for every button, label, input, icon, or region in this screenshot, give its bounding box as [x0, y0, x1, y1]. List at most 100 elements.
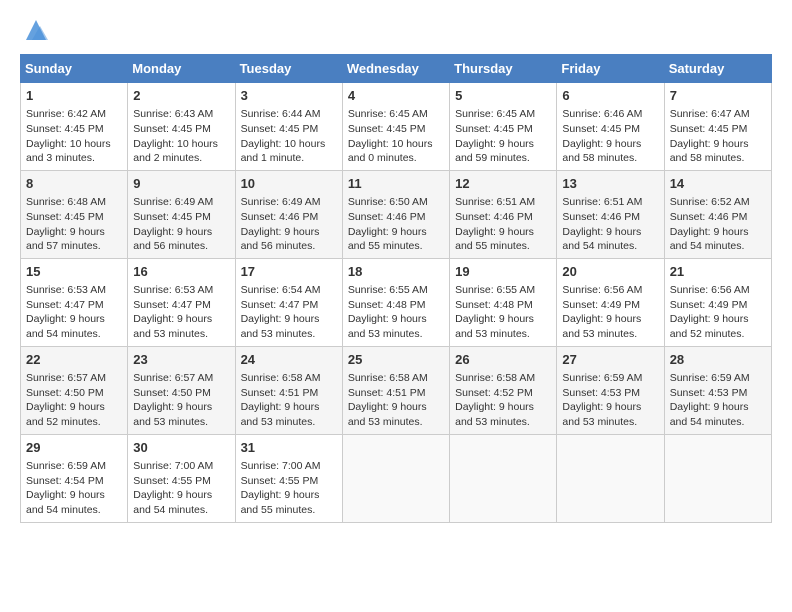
day-info-line: Daylight: 9 hours: [455, 137, 551, 152]
calendar-week-5: 29Sunrise: 6:59 AMSunset: 4:54 PMDayligh…: [21, 434, 772, 522]
calendar-cell: 18Sunrise: 6:55 AMSunset: 4:48 PMDayligh…: [342, 258, 449, 346]
weekday-header-saturday: Saturday: [664, 55, 771, 83]
day-number: 25: [348, 351, 444, 369]
day-info-line: and 54 minutes.: [670, 415, 766, 430]
day-info-line: Sunset: 4:46 PM: [241, 210, 337, 225]
day-info-line: Daylight: 9 hours: [241, 400, 337, 415]
day-number: 21: [670, 263, 766, 281]
day-info-line: and 56 minutes.: [133, 239, 229, 254]
day-info-line: and 55 minutes.: [455, 239, 551, 254]
calendar-cell: 17Sunrise: 6:54 AMSunset: 4:47 PMDayligh…: [235, 258, 342, 346]
day-info-line: Sunrise: 6:47 AM: [670, 107, 766, 122]
calendar-cell: 12Sunrise: 6:51 AMSunset: 4:46 PMDayligh…: [450, 170, 557, 258]
day-info-line: Daylight: 9 hours: [26, 488, 122, 503]
day-info-line: Daylight: 9 hours: [26, 312, 122, 327]
logo-icon: [22, 16, 50, 44]
calendar-cell: 25Sunrise: 6:58 AMSunset: 4:51 PMDayligh…: [342, 346, 449, 434]
day-info-line: and 3 minutes.: [26, 151, 122, 166]
day-info-line: and 55 minutes.: [348, 239, 444, 254]
day-info-line: Sunrise: 6:48 AM: [26, 195, 122, 210]
day-info-line: Daylight: 9 hours: [26, 225, 122, 240]
weekday-header-tuesday: Tuesday: [235, 55, 342, 83]
calendar-cell: 6Sunrise: 6:46 AMSunset: 4:45 PMDaylight…: [557, 83, 664, 171]
day-info-line: and 58 minutes.: [670, 151, 766, 166]
day-info-line: Sunrise: 6:46 AM: [562, 107, 658, 122]
calendar-cell: 22Sunrise: 6:57 AMSunset: 4:50 PMDayligh…: [21, 346, 128, 434]
day-number: 9: [133, 175, 229, 193]
day-number: 19: [455, 263, 551, 281]
day-info-line: Sunrise: 6:55 AM: [455, 283, 551, 298]
day-info-line: and 52 minutes.: [670, 327, 766, 342]
day-info-line: Sunset: 4:49 PM: [670, 298, 766, 313]
day-info-line: and 2 minutes.: [133, 151, 229, 166]
day-number: 24: [241, 351, 337, 369]
page: SundayMondayTuesdayWednesdayThursdayFrid…: [0, 0, 792, 543]
calendar-cell: 8 Sunrise: 6:48 AMSunset: 4:45 PMDaylight…: [21, 170, 128, 258]
day-info-line: Sunrise: 6:49 AM: [241, 195, 337, 210]
day-info-line: Sunset: 4:46 PM: [455, 210, 551, 225]
calendar-cell: 2Sunrise: 6:43 AMSunset: 4:45 PMDaylight…: [128, 83, 235, 171]
day-info-line: Sunrise: 6:53 AM: [133, 283, 229, 298]
day-number: 6: [562, 87, 658, 105]
day-info-line: and 1 minute.: [241, 151, 337, 166]
day-info-line: Sunset: 4:46 PM: [348, 210, 444, 225]
day-info-line: Sunrise: 6:57 AM: [26, 371, 122, 386]
day-info-line: Sunrise: 7:00 AM: [133, 459, 229, 474]
day-number: 29: [26, 439, 122, 457]
day-number: 8: [26, 175, 122, 193]
day-info-line: Sunset: 4:45 PM: [455, 122, 551, 137]
day-number: 26: [455, 351, 551, 369]
day-info-line: and 56 minutes.: [241, 239, 337, 254]
day-info-line: and 54 minutes.: [26, 327, 122, 342]
calendar-cell: 31Sunrise: 7:00 AMSunset: 4:55 PMDayligh…: [235, 434, 342, 522]
day-info-line: and 53 minutes.: [455, 327, 551, 342]
day-number: 15: [26, 263, 122, 281]
day-info-line: and 58 minutes.: [562, 151, 658, 166]
day-info-line: and 54 minutes.: [26, 503, 122, 518]
day-number: 22: [26, 351, 122, 369]
day-info-line: Sunset: 4:51 PM: [348, 386, 444, 401]
day-number: 18: [348, 263, 444, 281]
day-info-line: Sunrise: 6:50 AM: [348, 195, 444, 210]
day-info-line: Sunset: 4:50 PM: [133, 386, 229, 401]
day-info-line: and 54 minutes.: [562, 239, 658, 254]
calendar-cell: 30Sunrise: 7:00 AMSunset: 4:55 PMDayligh…: [128, 434, 235, 522]
day-info-line: Daylight: 9 hours: [562, 400, 658, 415]
day-info-line: Sunrise: 6:51 AM: [455, 195, 551, 210]
calendar-cell: 11Sunrise: 6:50 AMSunset: 4:46 PMDayligh…: [342, 170, 449, 258]
logo: [20, 16, 50, 44]
day-info-line: and 53 minutes.: [241, 415, 337, 430]
day-info-line: Sunrise: 6:55 AM: [348, 283, 444, 298]
day-info-line: Sunset: 4:45 PM: [26, 122, 122, 137]
calendar-table: SundayMondayTuesdayWednesdayThursdayFrid…: [20, 54, 772, 523]
day-info-line: Daylight: 9 hours: [670, 400, 766, 415]
day-info-line: Daylight: 10 hours: [26, 137, 122, 152]
day-info-line: Sunset: 4:45 PM: [26, 210, 122, 225]
calendar-cell: 3Sunrise: 6:44 AMSunset: 4:45 PMDaylight…: [235, 83, 342, 171]
day-info-line: and 54 minutes.: [133, 503, 229, 518]
weekday-header-friday: Friday: [557, 55, 664, 83]
calendar-week-4: 22 Sunrise: 6:57 AM Sunset: 4:50 PM Dayligh…: [21, 346, 772, 434]
day-info-line: Daylight: 9 hours: [26, 400, 122, 415]
calendar-cell: 13Sunrise: 6:51 AMSunset: 4:46 PMDayligh…: [557, 170, 664, 258]
day-info-line: and 54 minutes.: [670, 239, 766, 254]
calendar-cell: 4Sunrise: 6:45 AMSunset: 4:45 PMDaylight…: [342, 83, 449, 171]
day-info-line: Sunset: 4:52 PM: [455, 386, 551, 401]
day-number: 13: [562, 175, 658, 193]
day-number: 30: [133, 439, 229, 457]
day-info-line: Daylight: 9 hours: [455, 400, 551, 415]
day-info-line: Sunrise: 7:00 AM: [241, 459, 337, 474]
day-info-line: and 0 minutes.: [348, 151, 444, 166]
day-info-line: Daylight: 10 hours: [241, 137, 337, 152]
day-info-line: Sunset: 4:46 PM: [670, 210, 766, 225]
day-info-line: Daylight: 9 hours: [348, 312, 444, 327]
day-info-line: Daylight: 9 hours: [670, 225, 766, 240]
day-info-line: Sunset: 4:47 PM: [133, 298, 229, 313]
calendar-cell: 21Sunrise: 6:56 AMSunset: 4:49 PMDayligh…: [664, 258, 771, 346]
calendar-cell: 1Sunrise: 6:42 AMSunset: 4:45 PMDaylight…: [21, 83, 128, 171]
calendar-cell: 28Sunrise: 6:59 AMSunset: 4:53 PMDayligh…: [664, 346, 771, 434]
calendar-cell: [450, 434, 557, 522]
weekday-header-row: SundayMondayTuesdayWednesdayThursdayFrid…: [21, 55, 772, 83]
day-info-line: Daylight: 9 hours: [133, 225, 229, 240]
calendar-cell: 20Sunrise: 6:56 AMSunset: 4:49 PMDayligh…: [557, 258, 664, 346]
